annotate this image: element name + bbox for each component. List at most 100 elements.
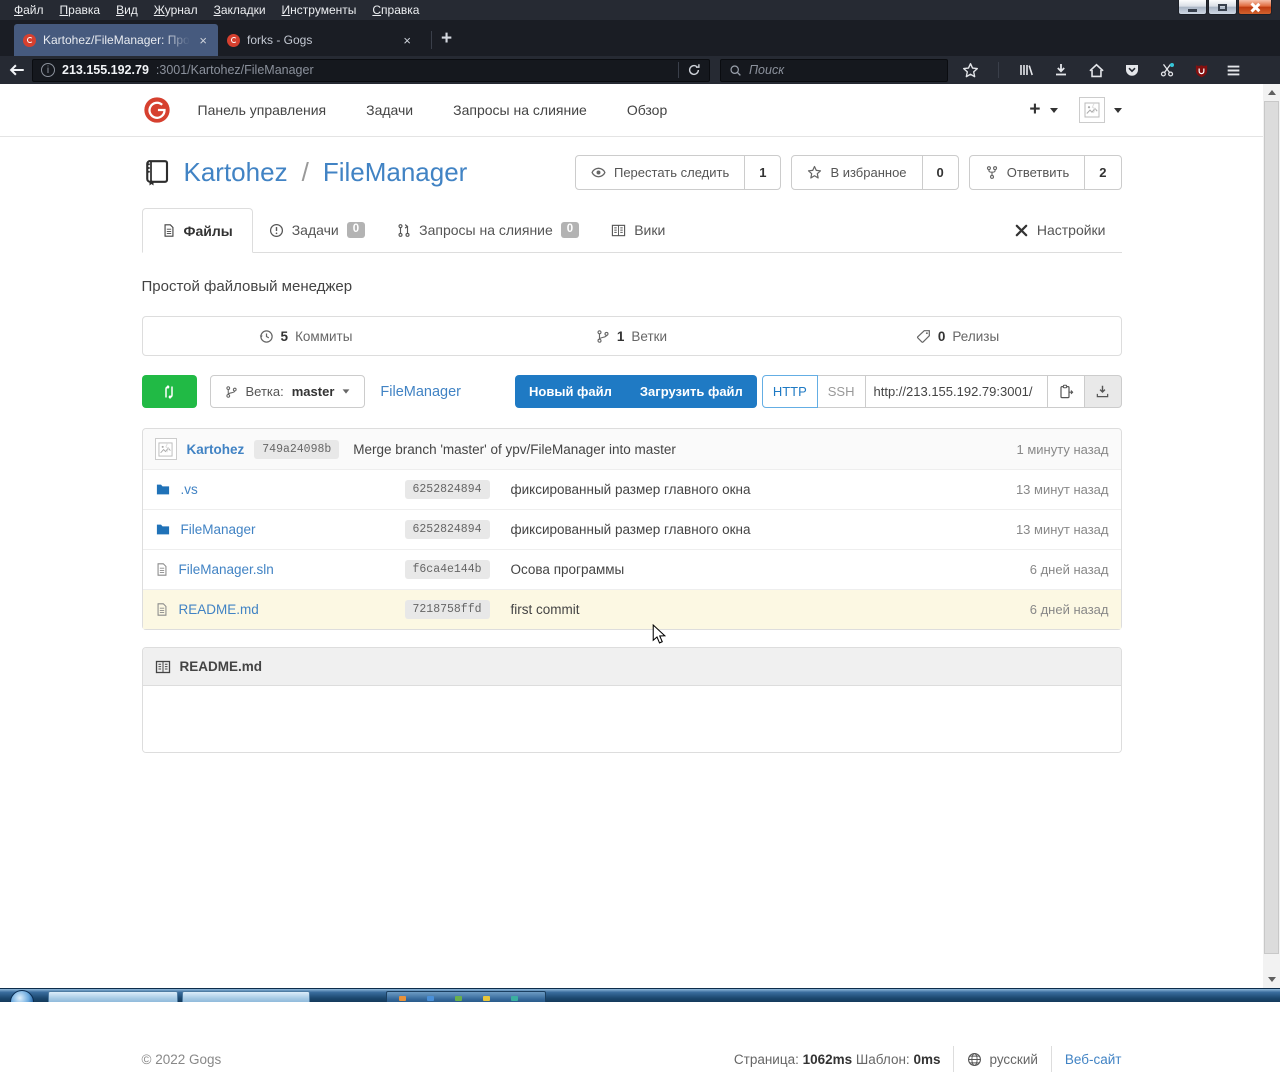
nav-dashboard[interactable]: Панель управления	[198, 102, 327, 118]
downloads-icon[interactable]	[1053, 62, 1069, 78]
tab-files[interactable]: Файлы	[142, 208, 253, 253]
menu-file[interactable]: Файл	[6, 3, 52, 17]
new-tab-button[interactable]: +	[437, 28, 462, 56]
taskbar-window-button[interactable]	[48, 991, 178, 1002]
http-button[interactable]: HTTP	[762, 375, 818, 408]
new-file-button[interactable]: Новый файл	[515, 384, 626, 399]
repo-book-icon	[142, 158, 172, 188]
repo-header: Kartohez / FileManager Перестать следить…	[142, 155, 1122, 190]
extension-icon[interactable]	[1159, 62, 1175, 78]
row-commit-message: Осова программы	[511, 562, 625, 577]
branches-stat[interactable]: 1 Ветки	[469, 329, 795, 344]
table-row: FileManager 6252824894 фиксированный раз…	[143, 509, 1121, 549]
tab-forks[interactable]: forks - Gogs ×	[218, 24, 422, 56]
close-button[interactable]	[1238, 0, 1272, 15]
repo-owner-link[interactable]: Kartohez	[184, 157, 288, 188]
row-sha-badge[interactable]: 7218758ffd	[405, 600, 490, 619]
tab-settings[interactable]: Настройки	[998, 208, 1122, 252]
row-time: 13 минут назад	[1016, 482, 1109, 497]
menu-edit[interactable]: Правка	[52, 3, 109, 17]
commits-stat[interactable]: 5 Коммиты	[143, 329, 469, 344]
branch-name: master	[292, 384, 335, 399]
nav-pull-requests[interactable]: Запросы на слияние	[453, 102, 587, 118]
nav-issues[interactable]: Задачи	[366, 102, 413, 118]
download-archive-button[interactable]	[1085, 375, 1122, 408]
tab-wiki[interactable]: Вики	[595, 208, 681, 252]
minimize-button[interactable]	[1178, 0, 1207, 15]
search-bar[interactable]	[720, 59, 948, 82]
watchers-count[interactable]: 1	[744, 156, 780, 189]
ssh-button[interactable]: SSH	[818, 375, 866, 408]
tab-close-icon[interactable]: ×	[401, 33, 413, 48]
chevron-down-icon[interactable]	[1114, 108, 1122, 113]
tab-close-icon[interactable]: ×	[197, 33, 209, 48]
releases-stat[interactable]: 0 Релизы	[795, 329, 1121, 344]
nav-explore[interactable]: Обзор	[627, 102, 667, 118]
commit-author-link[interactable]: Kartohez	[187, 442, 245, 457]
ublock-icon[interactable]	[1194, 63, 1209, 78]
commit-author-avatar[interactable]	[155, 438, 177, 460]
commit-sha-badge[interactable]: 749a24098b	[254, 440, 339, 459]
tab-bar: Kartohez/FileManager: Прос × forks - Gog…	[0, 20, 1280, 56]
unwatch-label-button[interactable]: Перестать следить	[576, 156, 744, 189]
taskbar-window-button[interactable]	[182, 991, 310, 1002]
hamburger-menu-icon[interactable]	[1225, 62, 1242, 79]
table-row-highlighted: README.md 7218758ffd first commit 6 дней…	[143, 589, 1121, 629]
compare-button[interactable]	[142, 375, 197, 408]
language-selector[interactable]: русский	[967, 1052, 1037, 1067]
breadcrumb[interactable]: FileManager	[380, 384, 461, 400]
clone-url-input[interactable]	[866, 375, 1048, 408]
page-scrollbar[interactable]	[1263, 84, 1280, 988]
fork-label-button[interactable]: Ответвить	[970, 156, 1084, 189]
row-sha-badge[interactable]: 6252824894	[405, 520, 490, 539]
stars-count[interactable]: 0	[922, 156, 958, 189]
home-icon[interactable]	[1088, 62, 1105, 79]
menu-history[interactable]: Журнал	[146, 3, 206, 17]
user-avatar[interactable]	[1079, 97, 1105, 123]
copy-clone-url-button[interactable]	[1048, 375, 1085, 408]
repo-name-link[interactable]: FileManager	[323, 157, 468, 188]
tab-repo[interactable]: Kartohez/FileManager: Прос ×	[14, 24, 218, 56]
pocket-icon[interactable]	[1124, 62, 1140, 78]
file-name-link[interactable]: .vs	[181, 482, 198, 497]
chevron-down-icon[interactable]	[1050, 108, 1058, 113]
scroll-down-button[interactable]	[1263, 971, 1280, 988]
menu-tools[interactable]: Инструменты	[274, 3, 365, 17]
create-new-button[interactable]: +	[1029, 99, 1040, 121]
tab-files-label: Файлы	[184, 223, 233, 239]
reload-icon[interactable]	[687, 63, 701, 77]
taskbar-window-button[interactable]	[386, 991, 546, 1002]
scrollbar-thumb[interactable]	[1264, 101, 1279, 954]
file-name-link[interactable]: README.md	[179, 602, 259, 617]
tab-pull-requests[interactable]: Запросы на слияние 0	[381, 208, 595, 252]
info-icon[interactable]: i	[41, 63, 55, 77]
file-table: Kartohez 749a24098b Merge branch 'master…	[142, 428, 1122, 630]
url-bar[interactable]: i 213.155.192.79 :3001/Kartohez/FileMana…	[32, 59, 710, 82]
menu-bookmarks[interactable]: Закладки	[206, 3, 274, 17]
maximize-button[interactable]	[1208, 0, 1237, 15]
scroll-up-button[interactable]	[1263, 84, 1280, 101]
row-sha-badge[interactable]: 6252824894	[405, 480, 490, 499]
performance-info: Страница: 1062ms Шаблон: 0ms	[734, 1052, 941, 1067]
row-sha-badge[interactable]: f6ca4e144b	[405, 560, 490, 579]
star-button[interactable]: В избранное 0	[791, 155, 958, 190]
menu-help[interactable]: Справка	[364, 3, 427, 17]
unwatch-button[interactable]: Перестать следить 1	[575, 155, 781, 190]
window-controls	[1178, 0, 1272, 15]
website-link[interactable]: Веб-сайт	[1065, 1052, 1122, 1067]
upload-file-button[interactable]: Загрузить файл	[626, 384, 757, 399]
file-name-link[interactable]: FileManager.sln	[179, 562, 274, 577]
tab-issues[interactable]: Задачи 0	[253, 208, 381, 252]
library-icon[interactable]	[1018, 62, 1034, 78]
menu-view[interactable]: Вид	[108, 3, 146, 17]
start-button[interactable]	[10, 990, 34, 1002]
back-button[interactable]	[8, 61, 26, 79]
star-label-button[interactable]: В избранное	[792, 156, 921, 189]
search-input[interactable]	[749, 63, 939, 77]
file-name-link[interactable]: FileManager	[181, 522, 256, 537]
bookmark-star-icon[interactable]	[962, 62, 979, 79]
forks-count[interactable]: 2	[1084, 156, 1120, 189]
gogs-logo-icon[interactable]	[142, 95, 172, 125]
fork-button[interactable]: Ответвить 2	[969, 155, 1122, 190]
branch-dropdown[interactable]: Ветка: master	[210, 375, 366, 408]
